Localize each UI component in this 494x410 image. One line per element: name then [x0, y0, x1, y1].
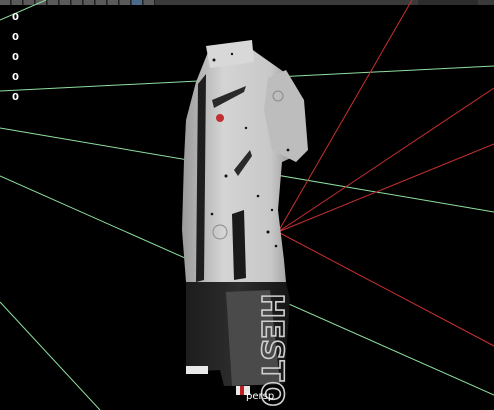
shorts-logo-text: HESTO — [254, 293, 289, 406]
hud-counter: 0 — [12, 32, 19, 43]
hud-counter: 0 — [12, 72, 19, 83]
jersey-side-panel — [232, 210, 246, 280]
shorts-flag-stripe — [240, 386, 244, 395]
3d-viewport[interactable]: HESTO 0 0 0 0 0 persp — [0, 0, 494, 410]
hud-counter: 0 — [12, 12, 19, 23]
chest-logo — [216, 114, 224, 122]
hud-counters: 0 0 0 0 0 — [12, 8, 24, 108]
hud-counter: 0 — [12, 52, 19, 63]
shorts-cuff — [186, 366, 208, 374]
cycling-kit-model[interactable]: HESTO — [0, 0, 494, 410]
hud-counter: 0 — [12, 92, 19, 103]
camera-name-label: persp — [246, 391, 275, 402]
